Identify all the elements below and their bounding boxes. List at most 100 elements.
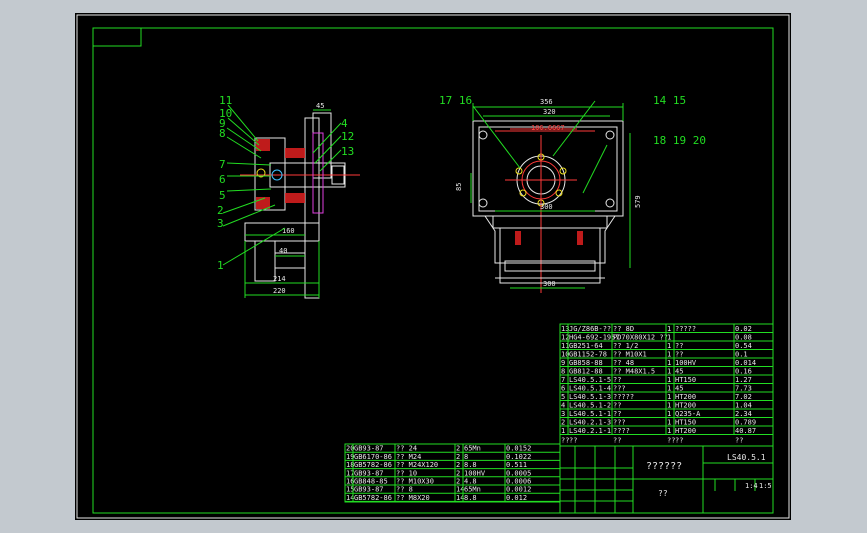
parts-right-cell: LS40.2.1-1 [569, 427, 611, 435]
parts-left-cell: 65Mn [464, 445, 481, 453]
parts-right-cell: 1 [667, 393, 671, 401]
parts-right-cell: Q235-A [675, 410, 701, 418]
parts-right-cell: LS40.5.1-5 [569, 376, 611, 384]
balloon-7: 7 [219, 158, 226, 171]
parts-left-cell: 8.8 [464, 494, 477, 502]
parts-right-cell: GB1152-78 [569, 351, 607, 359]
corner-box [92, 27, 142, 47]
parts-right-cell: 100HV [675, 359, 697, 367]
parts-left-cell: 2 [456, 478, 460, 486]
parts-right-cell: 45 [675, 385, 683, 393]
parts-left-cell: ?? 10 [396, 469, 417, 477]
dim-356: 356 [540, 98, 553, 106]
drawing-sub: ?? [658, 489, 668, 498]
parts-right-cell: 2 [561, 419, 565, 427]
parts-right-cell: 7 [561, 376, 565, 384]
parts-right-cell: 1 [667, 368, 671, 376]
parts-left-cell: 0.0005 [506, 469, 531, 477]
dim-220: 220 [273, 287, 286, 295]
dim-320: 320 [543, 108, 556, 116]
parts-right-cell: 3 [561, 410, 565, 418]
parts-left-cell: 8.8 [464, 461, 477, 469]
balloon-17-16: 17 16 [439, 94, 472, 107]
parts-right-cell: ?? [613, 402, 621, 410]
parts-right-cell: HT200 [675, 402, 696, 410]
parts-left-cell: 0.0152 [506, 445, 531, 453]
drawing-name: ?????? [646, 461, 682, 472]
parts-right-cell: 0.54 [735, 342, 752, 350]
dim-300-a: 300 [540, 203, 553, 211]
parts-left-cell: ?? M24X120 [396, 461, 438, 469]
parts-right-cell: 40.87 [735, 427, 756, 435]
parts-right-cell: ?? 8D [613, 325, 634, 333]
drawing-number: LS40.5.1 [727, 453, 766, 462]
parts-left-cell: 2 [456, 461, 460, 469]
parts-left-cell: 2 [456, 469, 460, 477]
parts-left-cell: ?? M8X20 [396, 494, 430, 502]
parts-left-cell: 0.1022 [506, 453, 531, 461]
parts-right-cell: ?? [613, 376, 621, 384]
parts-left-cell: GB848-85 [354, 478, 388, 486]
parts-right-cell: 1.27 [735, 376, 752, 384]
parts-left-cell: 65Mn [464, 486, 481, 494]
parts-right-cell: ????? [675, 325, 696, 333]
parts-right-cell: JG/Z86B-?? [569, 325, 611, 333]
parts-right-cell: 1 [561, 427, 565, 435]
parts-right-cell: 7.73 [735, 385, 752, 393]
parts-right-cell: 6 [561, 385, 565, 393]
parts-right-cell: 1 [667, 385, 671, 393]
balloon-4: 4 [341, 117, 348, 130]
balloon-8: 8 [219, 127, 226, 140]
parts-right-cell: LS40.5.1-2 [569, 402, 611, 410]
parts-header-cell: ?? [613, 437, 621, 445]
dim-45: 45 [316, 102, 324, 110]
parts-left-cell: 0.0006 [506, 478, 531, 486]
parts-left-cell: ?? M24 [396, 453, 421, 461]
parts-left-cell: 100HV [464, 469, 486, 477]
parts-right-cell: 1 [667, 359, 671, 367]
parts-list-right: 13 JG/Z86B-???? 8D 1????? 0.0212 HG4-692-196… [559, 323, 774, 447]
drawing-canvas[interactable]: 45 160 40 214 220 11 10 9 8 7 6 5 2 3 1 … [75, 13, 791, 520]
parts-right-cell: 1 [667, 334, 671, 342]
parts-left-cell: ?? 24 [396, 445, 417, 453]
dim-85: 85 [455, 183, 463, 191]
balloon-3: 3 [217, 217, 224, 230]
parts-right-cell: ?? M10X1 [613, 351, 647, 359]
cad-drawing: 45 160 40 214 220 11 10 9 8 7 6 5 2 3 1 … [76, 14, 790, 519]
parts-left-cell: 0.511 [506, 461, 527, 469]
parts-right-cell: 0.16 [735, 368, 752, 376]
parts-right-cell: GB858-88 [569, 359, 603, 367]
parts-right-cell: 0.02 [735, 325, 752, 333]
parts-left-cell: ?? M10X30 [396, 478, 434, 486]
parts-right-cell: LS40.5.1-4 [569, 385, 611, 393]
parts-right-cell: 9 [561, 359, 565, 367]
dim-214: 214 [273, 275, 286, 283]
parts-left-cell: GB5782-86 [354, 494, 392, 502]
balloon-6: 6 [219, 173, 226, 186]
parts-right-cell: 1 [667, 351, 671, 359]
balloon-11: 11 [219, 94, 232, 107]
title-block: LS40.5.1 ?????? ?? 1:4 1:5 [559, 445, 774, 514]
parts-right-cell: LS40.2.1-3 [569, 419, 611, 427]
sheet: 1:5 [759, 482, 772, 490]
parts-right-cell: 4 [561, 402, 565, 410]
parts-right-cell: 7.02 [735, 393, 752, 401]
parts-list-left: 20 GB93-87?? 24 2 65Mn 0.015219 GB6170-86?? M… [344, 443, 561, 503]
balloon-18-19-20: 18 19 20 [653, 134, 706, 147]
parts-right-cell: 8 [561, 368, 565, 376]
parts-header-cell: ?? [569, 437, 577, 445]
parts-right-cell: GB812-88 [569, 368, 603, 376]
parts-right-cell: HT150 [675, 376, 696, 384]
parts-right-cell: 1 [667, 410, 671, 418]
parts-right-cell: 1 [667, 325, 671, 333]
parts-left-cell: 8 [464, 453, 468, 461]
parts-left-cell: GB6170-86 [354, 453, 392, 461]
dim-300-b: 300 [543, 280, 556, 288]
parts-left-cell: 2 [456, 445, 460, 453]
parts-right-cell: PD70X80X12 ?? [613, 334, 668, 342]
parts-header-cell: ?? [735, 437, 743, 445]
dim-40: 40 [279, 247, 287, 255]
parts-left-cell: 0.012 [506, 494, 527, 502]
parts-right-cell: ?? 48 [613, 359, 634, 367]
parts-right-cell: 1 [667, 342, 671, 350]
